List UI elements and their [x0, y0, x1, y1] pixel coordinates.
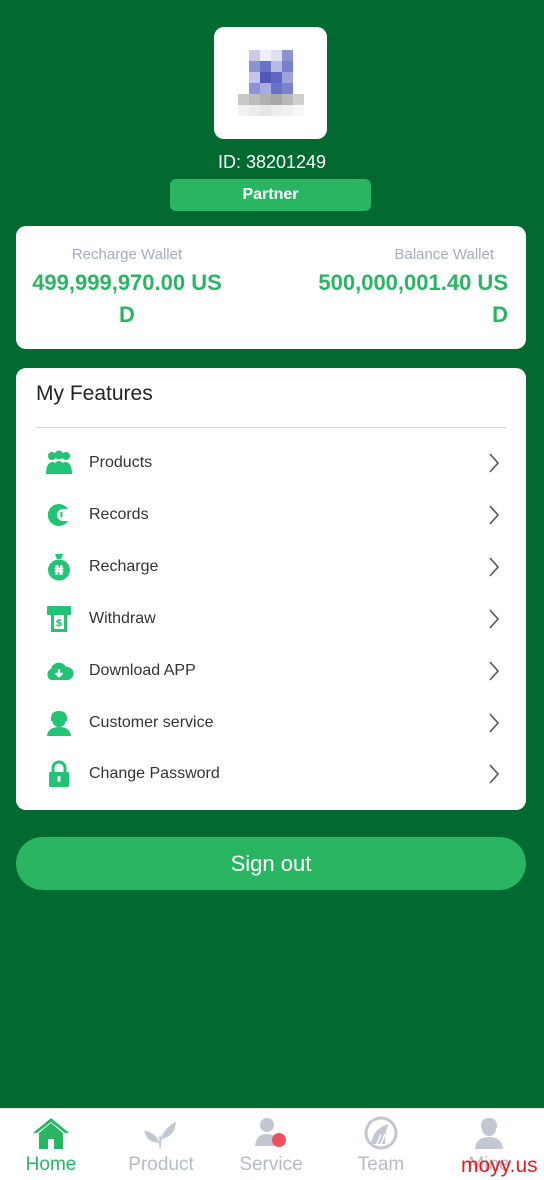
features-title: My Features: [36, 382, 153, 405]
feature-label: Records: [89, 506, 149, 523]
watermark: moyy.us: [461, 1154, 538, 1177]
balance-wallet-label: Balance Wallet: [394, 246, 495, 263]
chevron-right-icon: [488, 556, 500, 583]
wallet-card: Recharge Wallet 499,999,970.00 USD Balan…: [16, 226, 526, 349]
chevron-right-icon: [488, 712, 500, 739]
chevron-right-icon: [488, 608, 500, 635]
service-icon: [251, 1115, 291, 1151]
sign-out-button[interactable]: Sign out: [16, 837, 526, 890]
feature-withdraw[interactable]: $ Withdraw: [36, 599, 506, 639]
chevron-right-icon: [488, 452, 500, 479]
nav-item-team[interactable]: Team: [327, 1109, 435, 1180]
feature-change-password[interactable]: Change Password: [36, 754, 506, 794]
download-icon: [44, 656, 74, 686]
recharge-wallet-label: Recharge Wallet: [71, 246, 183, 263]
nav-label: Product: [128, 1154, 194, 1175]
leaf-icon: [141, 1115, 181, 1151]
records-icon: [44, 500, 74, 530]
lock-icon: [44, 759, 74, 789]
customer-service-icon: [44, 708, 74, 738]
feature-customer-service[interactable]: Customer service: [36, 703, 506, 743]
feature-records[interactable]: Records: [36, 495, 506, 535]
feature-label: Withdraw: [89, 610, 156, 627]
feature-recharge[interactable]: ₦ Recharge: [36, 547, 506, 587]
features-card: My Features Products Records ₦ Recharge …: [16, 368, 526, 810]
feature-products[interactable]: Products: [36, 443, 506, 483]
feature-label: Products: [89, 454, 153, 471]
chevron-right-icon: [488, 504, 500, 531]
recharge-wallet: Recharge Wallet 499,999,970.00 USD: [32, 246, 222, 331]
svg-text:₦: ₦: [54, 564, 63, 579]
nav-label: Home: [25, 1154, 77, 1175]
feature-label: Change Password: [89, 765, 220, 782]
profile-page: ID: 38201249 Partner Recharge Wallet 499…: [0, 0, 544, 1180]
withdraw-icon: $: [44, 604, 74, 634]
feature-label: Customer service: [89, 714, 214, 731]
nav-item-product[interactable]: Product: [107, 1109, 215, 1180]
team-icon: [361, 1115, 401, 1151]
avatar[interactable]: [214, 27, 327, 139]
level-badge: Partner: [170, 179, 371, 211]
nav-label: Team: [357, 1154, 405, 1175]
balance-wallet: Balance Wallet 500,000,001.40 USD: [318, 246, 508, 331]
feature-label: Recharge: [89, 558, 159, 575]
chevron-right-icon: [488, 763, 500, 790]
feature-label: Download APP: [89, 662, 196, 679]
home-icon: [31, 1115, 71, 1151]
recharge-icon: ₦: [44, 552, 74, 582]
recharge-wallet-value: 499,999,970.00 USD: [32, 270, 222, 327]
mine-icon: [469, 1115, 509, 1151]
avatar-image: [237, 50, 304, 116]
feature-download-app[interactable]: Download APP: [36, 651, 506, 691]
products-icon: [44, 448, 74, 478]
chevron-right-icon: [488, 660, 500, 687]
nav-label: Service: [239, 1154, 303, 1175]
svg-text:$: $: [56, 618, 63, 629]
nav-item-service[interactable]: Service: [217, 1109, 325, 1180]
features-divider: [36, 427, 506, 428]
balance-wallet-value: 500,000,001.40 USD: [318, 270, 508, 327]
user-id: ID: 38201249: [217, 152, 327, 172]
nav-item-home[interactable]: Home: [0, 1109, 105, 1180]
